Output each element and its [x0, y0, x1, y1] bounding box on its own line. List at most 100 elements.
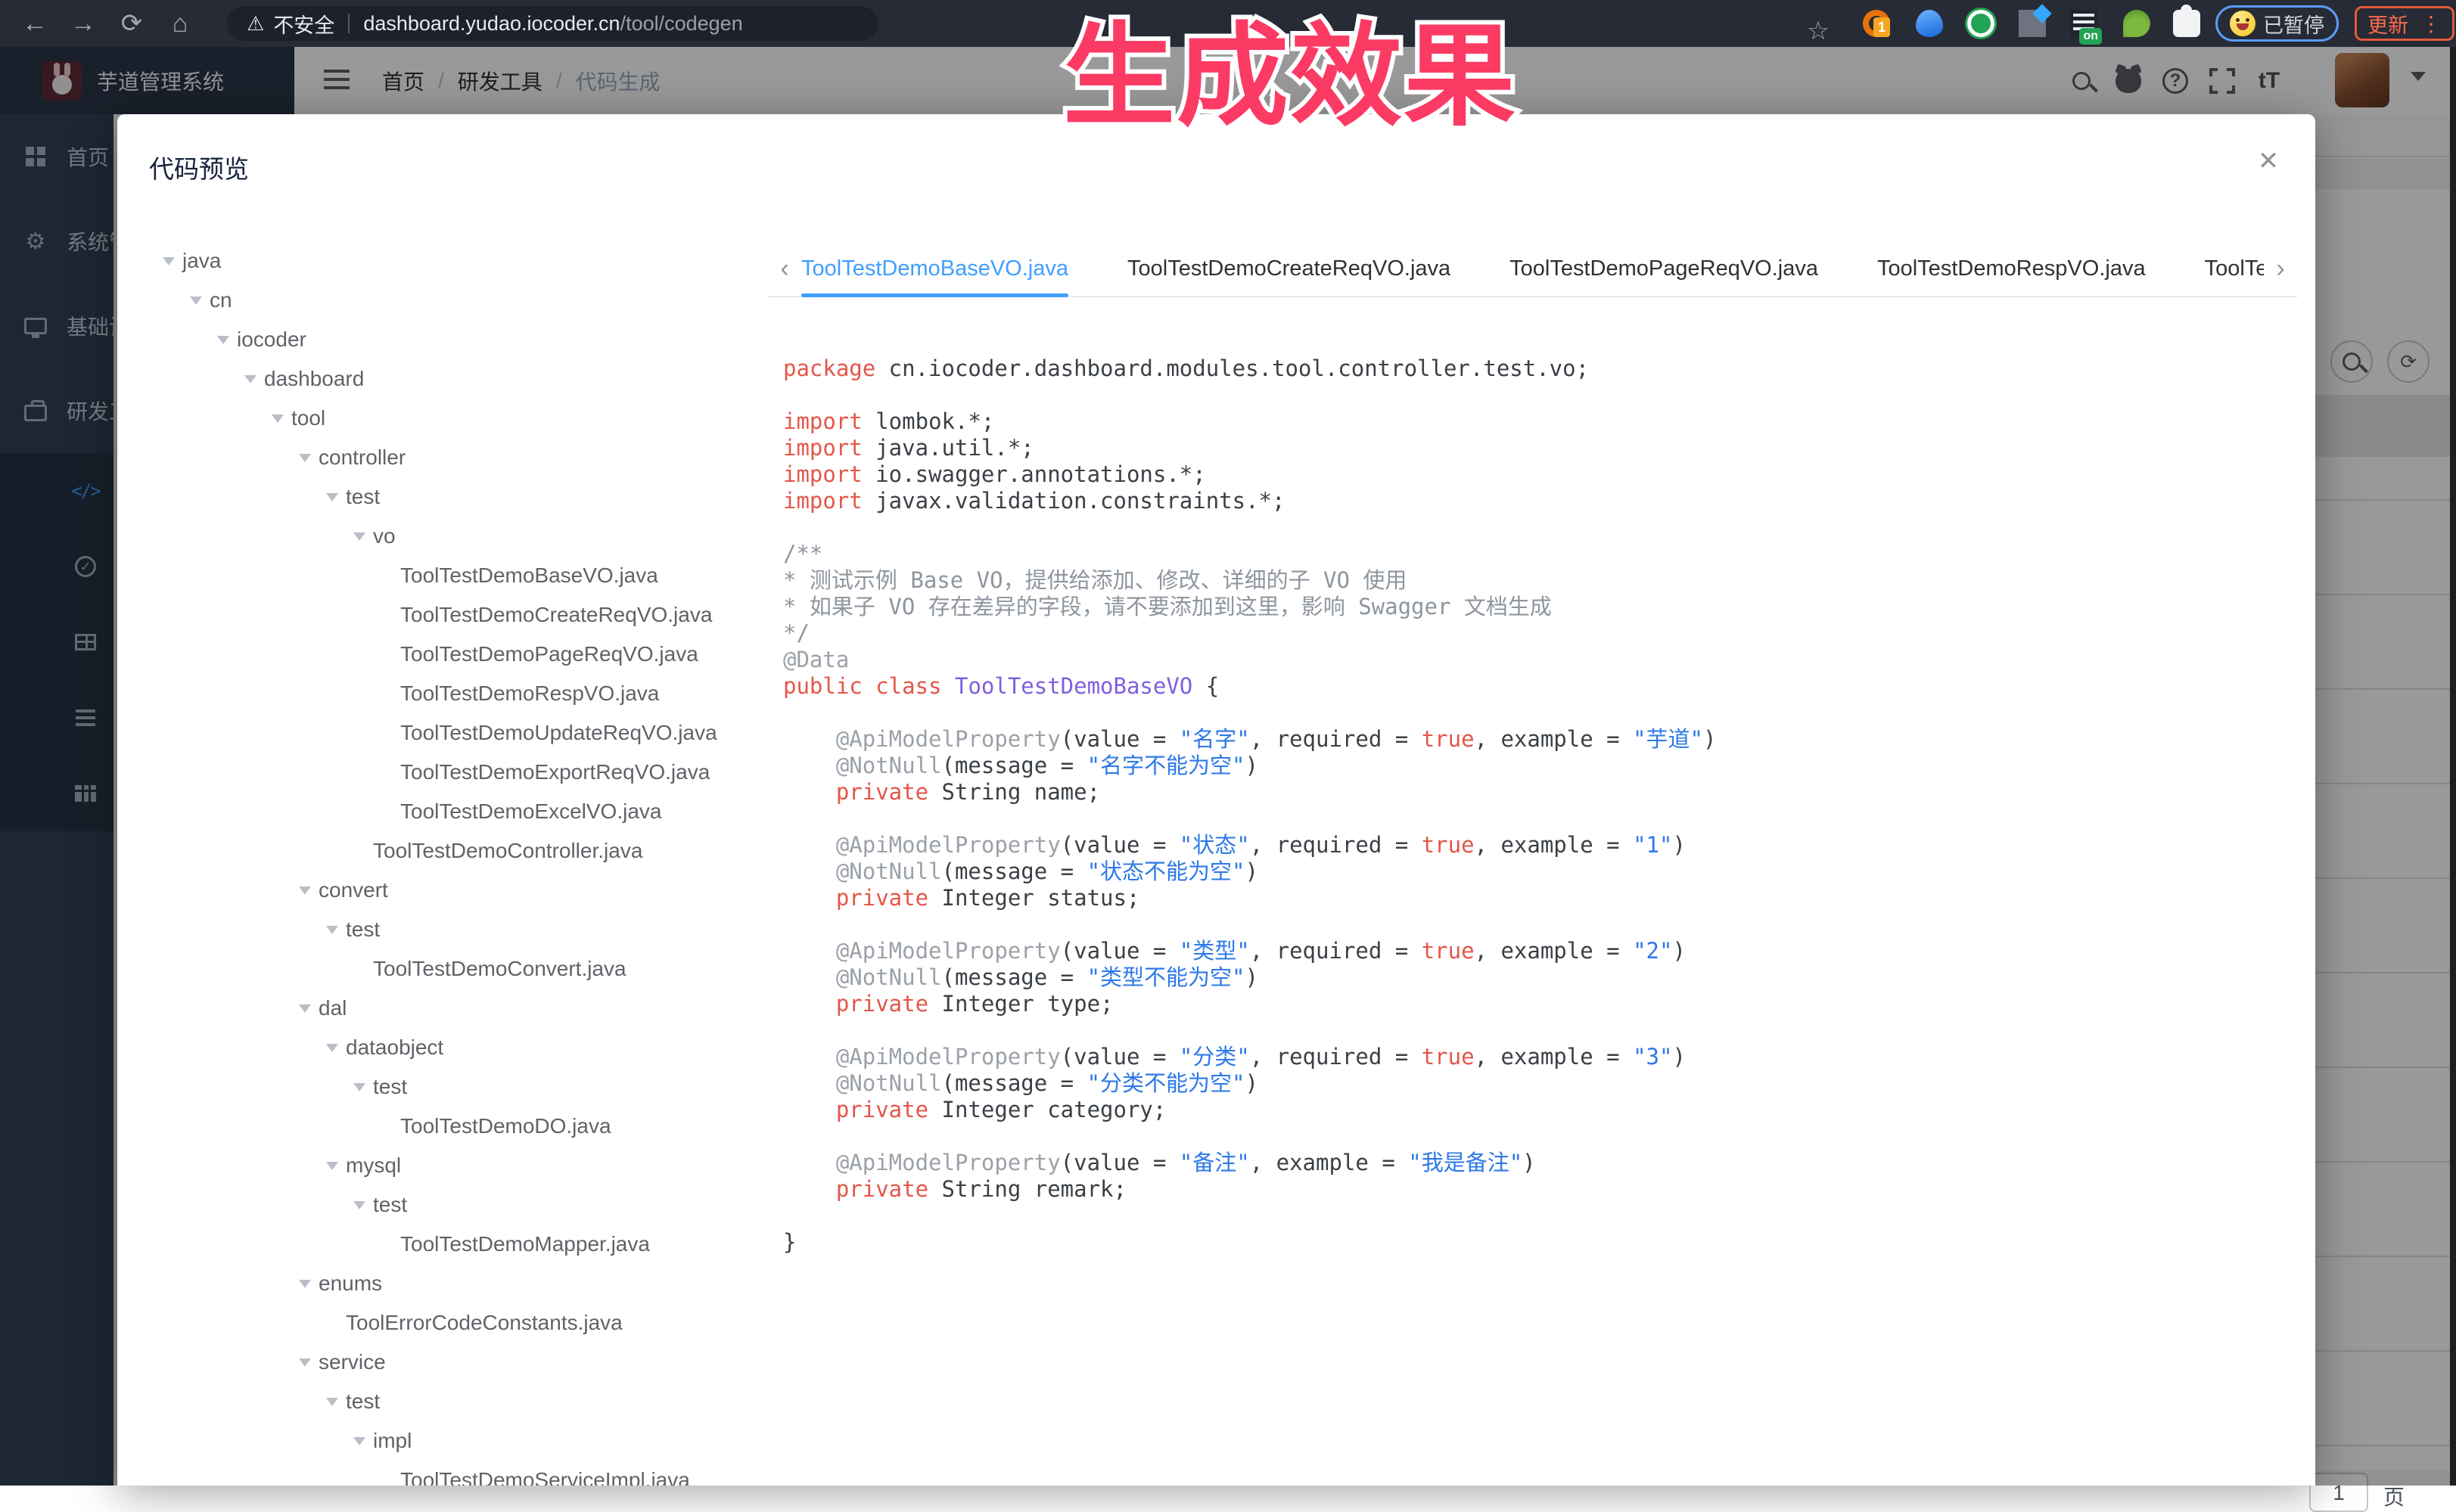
tree-file-ToolTestDemoPageReqVO.java[interactable]: ToolTestDemoPageReqVO.java — [148, 635, 760, 674]
extension-icon-ring[interactable]: 1 — [1863, 10, 1890, 37]
modal-title: 代码预览 — [149, 149, 249, 185]
browser-reload-icon[interactable]: ⟳ — [110, 0, 153, 47]
extension-icon-gem[interactable] — [1916, 10, 1943, 37]
extensions-puzzle-icon[interactable] — [2173, 10, 2200, 37]
caret-down-icon[interactable] — [326, 1398, 338, 1412]
browser-home-icon[interactable]: ⌂ — [159, 0, 201, 47]
tree-folder-mysql[interactable]: mysql — [148, 1146, 760, 1185]
annotation-title: 生成效果 — [1055, 17, 1525, 138]
close-icon[interactable]: ✕ — [2250, 143, 2287, 179]
caret-down-icon[interactable] — [326, 493, 338, 508]
tree-folder-impl[interactable]: impl — [148, 1421, 760, 1461]
caret-down-icon[interactable] — [299, 1358, 311, 1373]
tree-folder-convert[interactable]: convert — [148, 871, 760, 910]
caret-down-icon[interactable] — [353, 1083, 365, 1098]
extension-icon-diamond[interactable] — [2019, 10, 2046, 37]
tabs-prev-icon[interactable]: ‹ — [768, 247, 801, 290]
tree-folder-test[interactable]: test — [148, 910, 760, 949]
code-line — [783, 1203, 2308, 1229]
tab-ToolTe[interactable]: ToolTe — [2205, 247, 2264, 297]
tree-file-ToolTestDemoUpdateReqVO.java[interactable]: ToolTestDemoUpdateReqVO.java — [148, 713, 760, 753]
bookmark-star-icon[interactable]: ☆ — [1797, 8, 1839, 54]
tree-node-label: dataobject — [346, 1035, 443, 1060]
tree-file-ToolTestDemoExportReqVO.java[interactable]: ToolTestDemoExportReqVO.java — [148, 753, 760, 792]
tree-node-label: ToolTestDemoServiceImpl.java — [400, 1468, 690, 1486]
tab-ToolTestDemoRespVO.java[interactable]: ToolTestDemoRespVO.java — [1877, 247, 2146, 297]
caret-down-icon[interactable] — [272, 414, 284, 429]
tree-folder-test[interactable]: test — [148, 477, 760, 517]
code-line — [783, 514, 2308, 541]
code-line: private Integer category; — [783, 1097, 2308, 1123]
code-line: private Integer type; — [783, 991, 2308, 1017]
tabs-next-icon[interactable]: › — [2264, 247, 2297, 290]
caret-down-icon[interactable] — [353, 532, 365, 547]
code-line — [783, 1123, 2308, 1150]
browser-forward-icon[interactable]: → — [62, 0, 104, 47]
code-line: @ApiModelProperty(value = "备注", example … — [783, 1150, 2308, 1176]
caret-down-icon[interactable] — [244, 375, 256, 390]
caret-down-icon[interactable] — [353, 1201, 365, 1215]
tree-node-label: test — [346, 485, 380, 509]
tree-folder-dal[interactable]: dal — [148, 989, 760, 1028]
tree-node-label: ToolTestDemoRespVO.java — [400, 681, 659, 706]
tree-folder-vo[interactable]: vo — [148, 517, 760, 556]
tree-folder-test[interactable]: test — [148, 1185, 760, 1225]
caret-down-icon[interactable] — [326, 1044, 338, 1058]
tree-file-ToolTestDemoController.java[interactable]: ToolTestDemoController.java — [148, 831, 760, 871]
extension-icon-sprout[interactable] — [2123, 10, 2150, 37]
scrollbar-edge[interactable] — [2450, 47, 2456, 1486]
tree-file-ToolTestDemoConvert.java[interactable]: ToolTestDemoConvert.java — [148, 949, 760, 989]
caret-down-icon[interactable] — [353, 1437, 365, 1451]
tree-folder-dashboard[interactable]: dashboard — [148, 359, 760, 399]
security-label[interactable]: 不安全 — [273, 9, 334, 39]
tree-node-label: ToolTestDemoExcelVO.java — [400, 799, 661, 824]
extension-icon-green[interactable] — [1967, 10, 1994, 37]
tree-folder-enums[interactable]: enums — [148, 1264, 760, 1303]
code-line: @Data — [783, 647, 2308, 673]
tree-file-ToolTestDemoBaseVO.java[interactable]: ToolTestDemoBaseVO.java — [148, 556, 760, 595]
tree-folder-test[interactable]: test — [148, 1067, 760, 1107]
browser-update-button[interactable]: 更新 ⋮ — [2355, 6, 2454, 41]
caret-down-icon[interactable] — [326, 926, 338, 940]
tree-file-ToolErrorCodeConstants.java[interactable]: ToolErrorCodeConstants.java — [148, 1303, 760, 1343]
caret-down-icon[interactable] — [299, 886, 311, 901]
tree-file-ToolTestDemoCreateReqVO.java[interactable]: ToolTestDemoCreateReqVO.java — [148, 595, 760, 635]
caret-down-icon[interactable] — [299, 1004, 311, 1019]
tree-folder-test[interactable]: test — [148, 1382, 760, 1421]
caret-down-icon[interactable] — [299, 1280, 311, 1294]
tree-file-ToolTestDemoExcelVO.java[interactable]: ToolTestDemoExcelVO.java — [148, 792, 760, 831]
code-line: private Integer status; — [783, 885, 2308, 911]
tree-file-ToolTestDemoMapper.java[interactable]: ToolTestDemoMapper.java — [148, 1225, 760, 1264]
tab-ToolTestDemoCreateReqVO.java[interactable]: ToolTestDemoCreateReqVO.java — [1127, 247, 1450, 297]
caret-down-icon[interactable] — [190, 297, 202, 311]
tree-folder-dataobject[interactable]: dataobject — [148, 1028, 760, 1067]
tree-folder-controller[interactable]: controller — [148, 438, 760, 477]
code-line: private String remark; — [783, 1176, 2308, 1203]
caret-down-icon[interactable] — [299, 454, 311, 468]
tree-file-ToolTestDemoServiceImpl.java[interactable]: ToolTestDemoServiceImpl.java — [148, 1461, 760, 1486]
browser-menu-icon[interactable]: ⋮ — [2420, 11, 2442, 36]
annotation-overlay: 生成效果 生成效果 — [1055, 17, 1525, 145]
code-line: * 如果子 VO 存在差异的字段，请不要添加到这里，影响 Swagger 文档生… — [783, 594, 2308, 620]
browser-address-bar[interactable]: ⚠ 不安全 dashboard.yudao.iocoder.cn /tool/c… — [227, 6, 878, 41]
tree-folder-cn[interactable]: cn — [148, 281, 760, 320]
extension-icon-list[interactable]: on — [2070, 10, 2097, 37]
caret-down-icon[interactable] — [326, 1162, 338, 1176]
tab-ToolTestDemoBaseVO.java[interactable]: ToolTestDemoBaseVO.java — [801, 247, 1068, 297]
tree-folder-iocoder[interactable]: iocoder — [148, 320, 760, 359]
caret-down-icon[interactable] — [217, 336, 229, 350]
tree-folder-service[interactable]: service — [148, 1343, 760, 1382]
tree-file-ToolTestDemoRespVO.java[interactable]: ToolTestDemoRespVO.java — [148, 674, 760, 713]
url-host[interactable]: dashboard.yudao.iocoder.cn — [363, 12, 620, 36]
url-path[interactable]: /tool/codegen — [620, 12, 743, 36]
tree-folder-java[interactable]: java — [148, 241, 760, 281]
code-line — [783, 911, 2308, 938]
code-line — [783, 1017, 2308, 1044]
paused-profile-button[interactable]: 已暂停 — [2215, 5, 2339, 42]
tab-ToolTestDemoPageReqVO.java[interactable]: ToolTestDemoPageReqVO.java — [1509, 247, 1818, 297]
browser-back-icon[interactable]: ← — [14, 0, 56, 47]
tree-folder-tool[interactable]: tool — [148, 399, 760, 438]
caret-down-icon[interactable] — [163, 257, 175, 272]
tree-file-ToolTestDemoDO.java[interactable]: ToolTestDemoDO.java — [148, 1107, 760, 1146]
tree-node-label: ToolTestDemoExportReqVO.java — [400, 760, 710, 784]
